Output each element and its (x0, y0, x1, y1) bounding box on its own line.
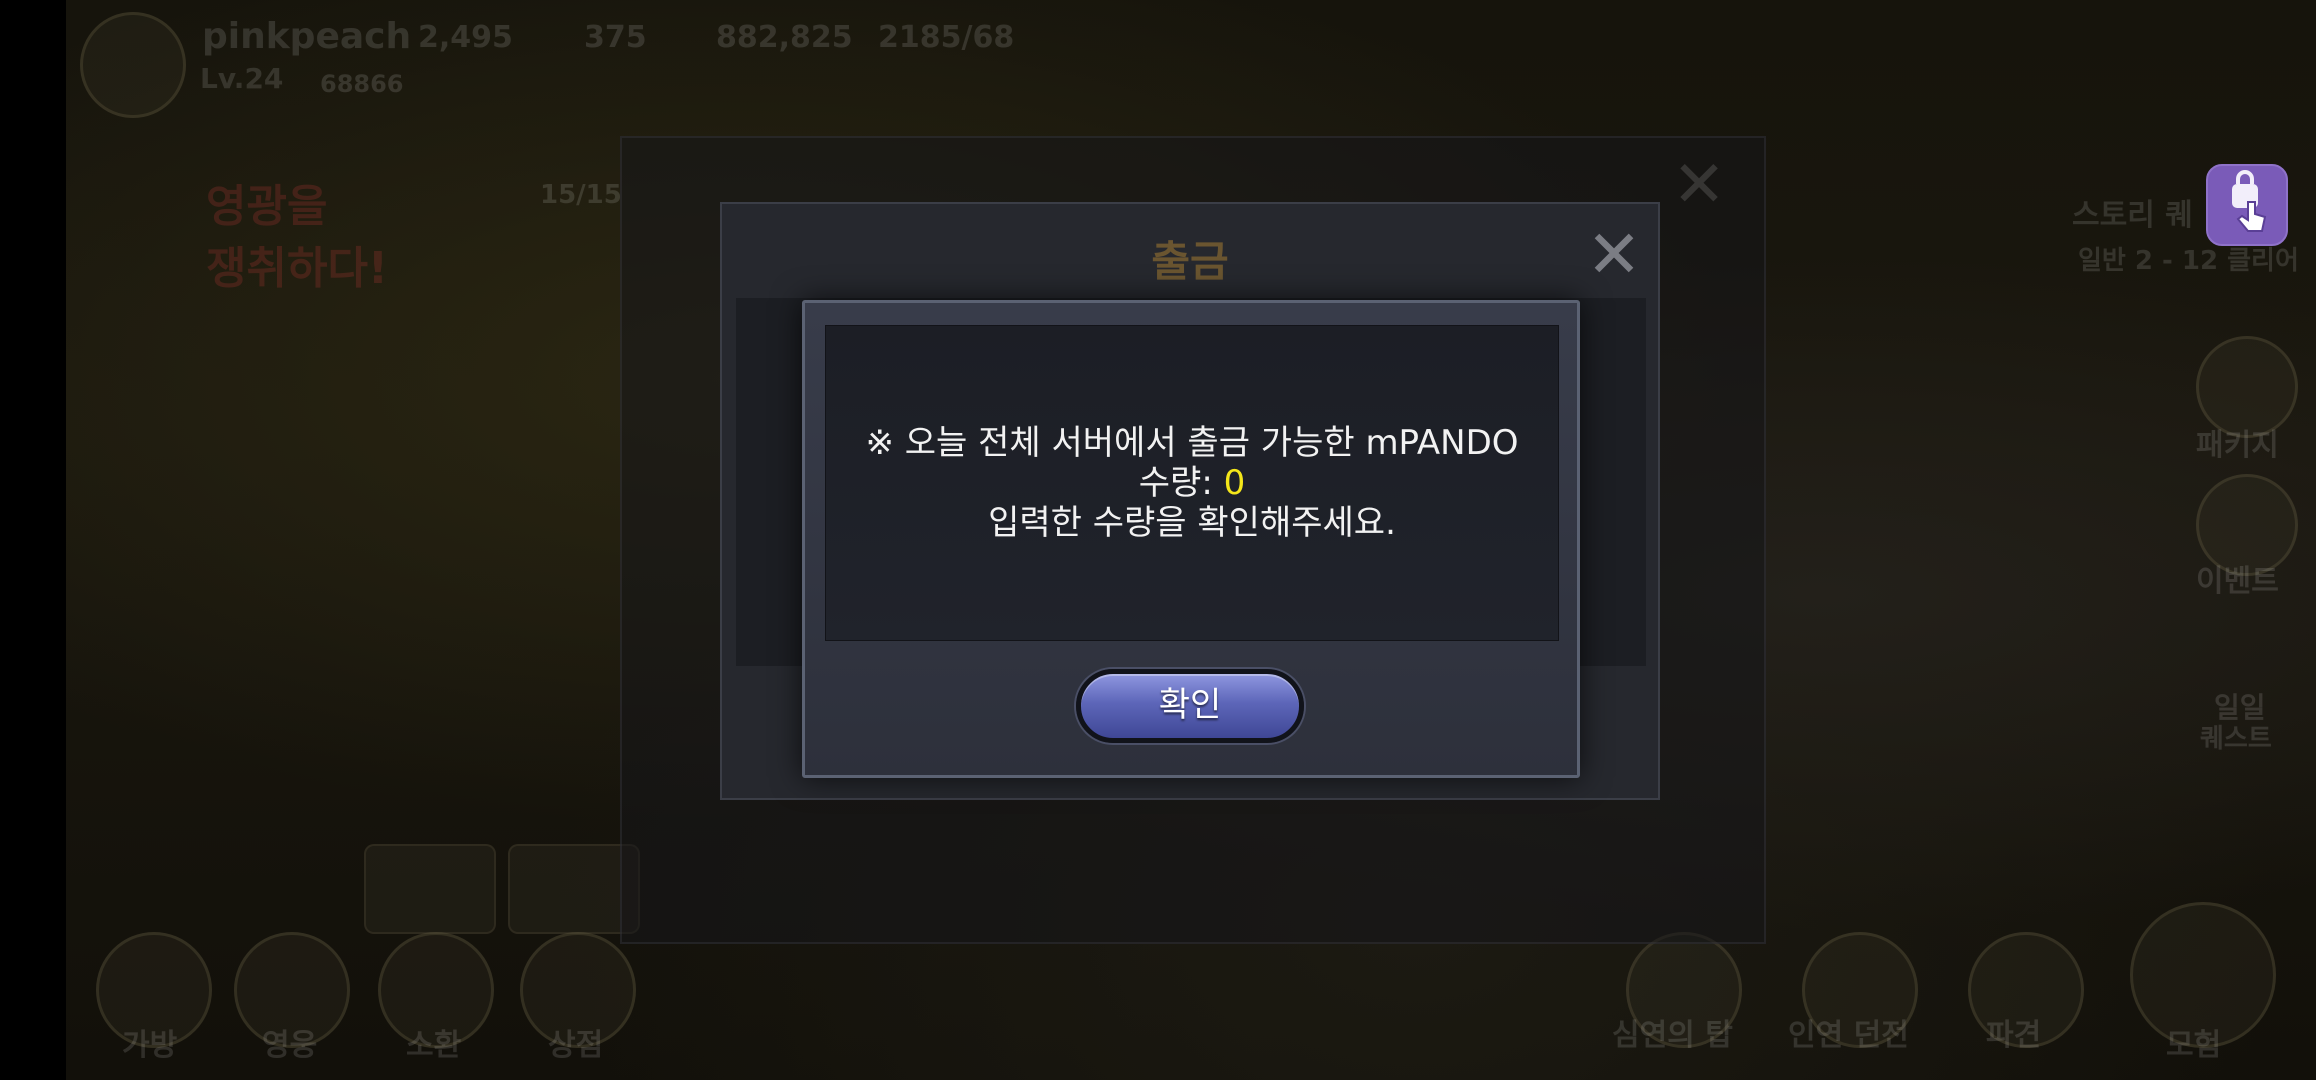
currency-3-value: 882,825 (716, 20, 853, 55)
stamina-value: 2185/68 (878, 20, 1015, 55)
hero-label: 영웅 (262, 1028, 318, 1063)
withdraw-title: 출금 (1151, 237, 1229, 286)
hand-lock-icon (2232, 170, 2267, 232)
alert-message-line-3: 입력한 수량을 확인해주세요. (988, 503, 1396, 543)
video-ad-button-1[interactable] (364, 844, 496, 934)
daily-quest-label-2: 퀘스트 (2200, 724, 2272, 754)
currency-2-value: 375 (584, 20, 647, 55)
player-level: Lv.24 (200, 62, 284, 95)
banner-text-2: 쟁취하다! (206, 243, 388, 294)
player-avatar[interactable] (80, 12, 186, 118)
quantity-label: 수량: (1138, 463, 1224, 503)
confirm-button[interactable]: 확인 (1076, 669, 1304, 743)
package-label: 패키지 (2196, 428, 2279, 463)
ad-counter: 15/15 (540, 180, 622, 210)
alert-message-line-1: ※ 오늘 전체 서버에서 출금 가능한 mPANDO (865, 423, 1519, 463)
underlying-close-icon[interactable]: ✕ (1664, 150, 1734, 220)
banner-text-1: 영광을 (206, 181, 328, 232)
player-name: pinkpeach (202, 16, 412, 57)
currency-1-value: 2,495 (418, 20, 513, 55)
player-exp: 68866 (320, 70, 404, 98)
summon-label: 소환 (406, 1028, 462, 1063)
bag-label: 가방 (122, 1028, 178, 1063)
dispatch-label: 파견 (1986, 1018, 2042, 1053)
close-icon[interactable]: ✕ (1582, 222, 1646, 288)
event-label: 이벤트 (2196, 564, 2279, 599)
dungeon-label: 인연 던전 (1788, 1018, 1909, 1053)
shop-label: 상점 (548, 1028, 604, 1063)
alert-message: ※ 오늘 전체 서버에서 출금 가능한 mPANDO 수량: 0 입력한 수량을… (825, 325, 1559, 641)
story-quest-label[interactable]: 스토리 퀘 (2072, 190, 2193, 234)
floating-touch-icon[interactable] (2206, 164, 2288, 246)
abyss-tower-label: 심연의 탑 (1612, 1018, 1733, 1053)
alert-dialog: ※ 오늘 전체 서버에서 출금 가능한 mPANDO 수량: 0 입력한 수량을… (802, 300, 1580, 778)
alert-message-line-2: 수량: 0 (1139, 463, 1245, 503)
quantity-value: 0 (1223, 463, 1246, 503)
adventure-label: 모험 (2166, 1028, 2222, 1063)
